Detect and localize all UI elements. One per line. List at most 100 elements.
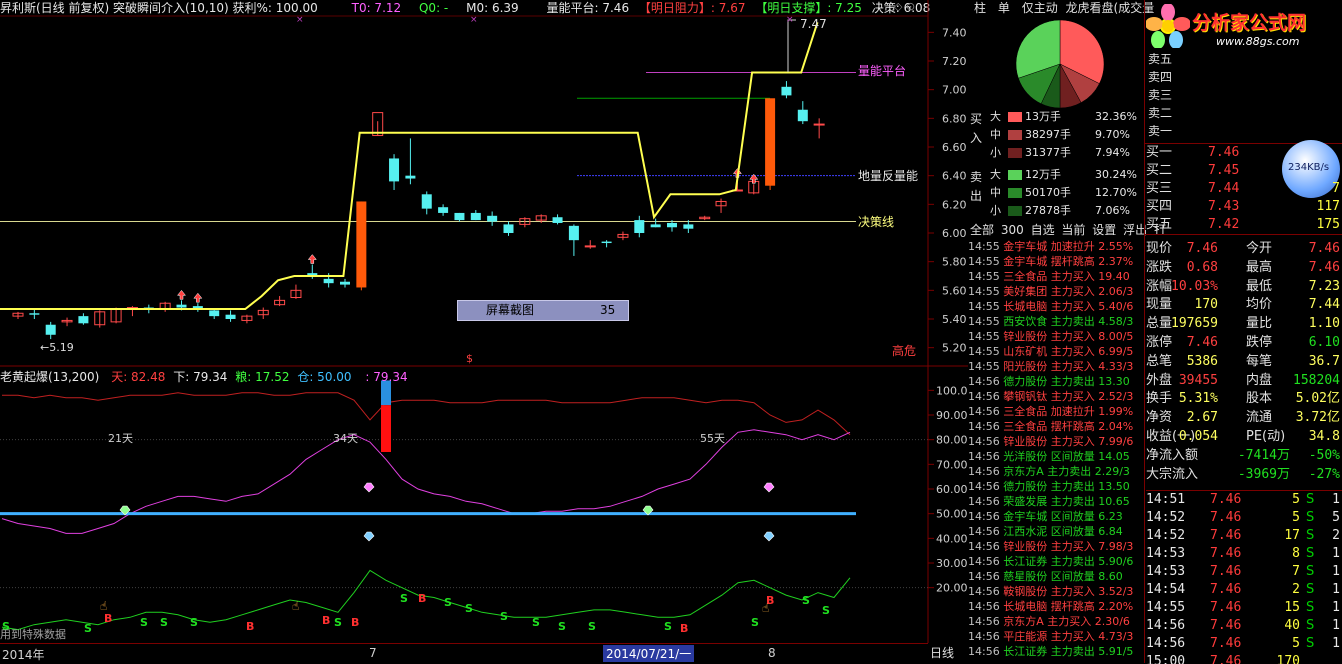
decision-line-label: 决策线 [858, 215, 895, 229]
news-item[interactable]: 14:56 荣盛发展 主力卖出 10.65 [968, 494, 1144, 509]
candle-body [29, 313, 40, 315]
news-item[interactable]: 14:56 三全食品 摆杆跳高 2.04% [968, 419, 1144, 434]
flow-pie-chart [1015, 19, 1105, 109]
flow-row: 小 27878手 7.06% [990, 204, 1130, 217]
logo-url: www.88gs.com [1216, 35, 1300, 48]
price-tick-label: 5.20 [942, 342, 967, 355]
tick-row: 15:00 7.46 170 [1146, 654, 1300, 664]
quote-stat-row: 净资 2.67 流通 3.72亿 [1146, 410, 1340, 426]
flow-row: 大 12万手 30.24% [990, 168, 1137, 181]
news-item[interactable]: 14:55 长城电脑 主力买入 5.40/6 [968, 299, 1144, 314]
top-marker [787, 19, 796, 72]
period-label[interactable]: 日线 [930, 644, 954, 661]
news-item[interactable]: 14:56 德力股份 主力卖出 13.50 [968, 479, 1144, 494]
candle-body [683, 224, 694, 229]
bs-signal-marker: S [465, 602, 473, 615]
screenshot-tooltip[interactable]: 屏幕截图 35 [457, 300, 629, 321]
label-21-days: 21天 [108, 432, 133, 445]
news-item[interactable]: 14:56 鞍钢股份 主力买入 3.52/3 [968, 584, 1144, 599]
news-item[interactable]: 14:55 西安饮食 主力卖出 4.58/3 [968, 314, 1144, 329]
tool-300[interactable]: 300 [1001, 223, 1024, 237]
vol-platform-label: 量能平台 [858, 64, 907, 78]
candle-body [601, 241, 612, 244]
time-axis[interactable]: 2014年 7 2014/07/21/一 8 [0, 643, 928, 664]
news-item[interactable]: 14:56 长城电脑 摆杆跳高 2.20% [968, 599, 1144, 614]
news-list[interactable]: 14:55 金宇车城 加速拉升 2.55% 14:55 金宇车城 摆杆跳高 2.3… [968, 239, 1144, 663]
sell1-label: 卖一 [1148, 124, 1173, 138]
tick-row: 14:52 7.46 5 S 5 [1146, 510, 1340, 525]
news-item[interactable]: 14:55 三全食品 主力买入 19.40 [968, 269, 1144, 284]
news-item[interactable]: 14:56 江西水泥 区间放量 6.84 [968, 524, 1144, 539]
news-item[interactable]: 14:56 平庄能源 主力买入 4.73/3 [968, 629, 1144, 644]
bs-signal-marker: S [588, 620, 596, 633]
month-8-label: 8 [768, 646, 776, 660]
tab-bar[interactable]: 柱 [974, 1, 986, 15]
candle-body [470, 212, 481, 221]
hand-icon: ☝ [292, 599, 299, 613]
tick-row: 14:52 7.46 17 S 2 [1146, 528, 1340, 543]
news-item[interactable]: 14:55 美好集团 主力买入 2.06/3 [968, 284, 1144, 299]
site-logo: 分析家公式网 www.88gs.com [1146, 2, 1342, 50]
news-item[interactable]: 14:55 阳光股份 主力买入 4.33/3 [968, 359, 1144, 374]
signal-bar-red [381, 405, 391, 452]
tool-all[interactable]: 全部 [970, 223, 994, 237]
tab-single[interactable]: 单 [998, 1, 1010, 15]
news-item[interactable]: 14:55 金宇车城 摆杆跳高 2.37% [968, 254, 1144, 269]
news-item[interactable]: 14:56 金宇车城 区间放量 6.23 [968, 509, 1144, 524]
news-item[interactable]: 14:56 京东方A 主力卖出 2.29/3 [968, 464, 1144, 479]
news-item[interactable]: 14:55 山东矿机 主力买入 6.99/5 [968, 344, 1144, 359]
flow-row: 大 13万手 32.36% [990, 110, 1137, 123]
news-item[interactable]: 14:56 锌业股份 主力买入 7.99/6 [968, 434, 1144, 449]
panel-tabs[interactable]: 柱 单 仅主动 龙虎看盘(成交量 [968, 0, 1154, 16]
bs-signal-marker: S [822, 604, 830, 617]
news-item[interactable]: 14:56 攀钢钒钛 主力买入 2.52/3 [968, 389, 1144, 404]
bs-signal-marker: S [140, 616, 148, 629]
news-item[interactable]: 14:56 京东方A 主力买入 2.30/6 [968, 614, 1144, 629]
indicator-tick-label: 80.00 [936, 434, 968, 447]
bs-signal-marker: S [802, 594, 810, 607]
tick-row: 14:51 7.46 5 S 1 [1146, 492, 1340, 507]
sell4-label: 卖四 [1148, 70, 1173, 84]
bs-signal-marker: S [334, 616, 342, 629]
tick-row: 14:56 7.46 5 S 1 [1146, 636, 1340, 651]
indicator-tick-label: 100.0 [936, 384, 968, 397]
news-item[interactable]: 14:56 三全食品 加速拉升 1.99% [968, 404, 1144, 419]
candle-body [78, 316, 89, 324]
news-item[interactable]: 14:56 长江证券 主力卖出 5.90/6 [968, 554, 1144, 569]
bs-signal-marker: S [532, 616, 540, 629]
price-tick-label: 7.20 [942, 55, 967, 68]
indicator-tick-label: 50.00 [936, 508, 968, 521]
logo-text: 分析家公式网 [1192, 12, 1307, 34]
year-label: 2014年 [2, 648, 45, 662]
news-item[interactable]: 14:56 德力股份 主力卖出 13.30 [968, 374, 1144, 389]
screenshot-number: 35 [600, 303, 616, 317]
main-chart-pane[interactable]: 昇利斯(日线 前复权) 突破瞬间介入(10,10) 获利%: 100.00 T0… [0, 0, 968, 663]
indicator-tick-label: 60.00 [936, 483, 968, 496]
tool-watchlist[interactable]: 自选 [1031, 223, 1055, 237]
news-item[interactable]: 14:55 锌业股份 主力买入 8.00/5 [968, 329, 1144, 344]
candle-body [813, 123, 825, 126]
news-item[interactable]: 14:56 长江证券 主力卖出 5.91/5 [968, 644, 1144, 659]
news-item[interactable]: 14:55 金宇车城 加速拉升 2.55% [968, 239, 1144, 254]
price-tick-label: 6.40 [942, 170, 967, 183]
bs-signal-marker: S [751, 616, 759, 629]
label-34-days: 34天 [333, 432, 358, 445]
bs-signal-marker: S [400, 592, 408, 605]
news-item[interactable]: 14:56 光洋股份 区间放量 14.05 [968, 449, 1144, 464]
candle-body [667, 222, 677, 228]
news-item[interactable]: 14:56 锌业股份 主力买入 7.98/3 [968, 539, 1144, 554]
high-danger-label: 高危 [892, 344, 917, 358]
tool-current[interactable]: 当前 [1061, 223, 1085, 237]
tab-active-only[interactable]: 仅主动 [1022, 1, 1058, 15]
news-item[interactable]: 14:56 慈星股份 区间放量 8.60 [968, 569, 1144, 584]
candle-body [438, 207, 449, 213]
tab-dragon-tiger[interactable]: 龙虎看盘(成交量 [1066, 1, 1155, 15]
hand-icon: ☝ [762, 601, 769, 615]
news-toolbar[interactable]: 全部 300 自选 当前 设置 浮出 打 [970, 221, 1166, 238]
tian-series [2, 392, 851, 436]
tick-list[interactable]: 14:51 7.46 5 S 1 14:52 7.46 5 S 5 14:52 7.46 17 S 2 14:… [1146, 490, 1342, 664]
up-arrow-icon [307, 254, 317, 264]
candle-body [340, 281, 350, 285]
tool-settings[interactable]: 设置 [1092, 223, 1116, 237]
diamond-icon [763, 531, 775, 542]
